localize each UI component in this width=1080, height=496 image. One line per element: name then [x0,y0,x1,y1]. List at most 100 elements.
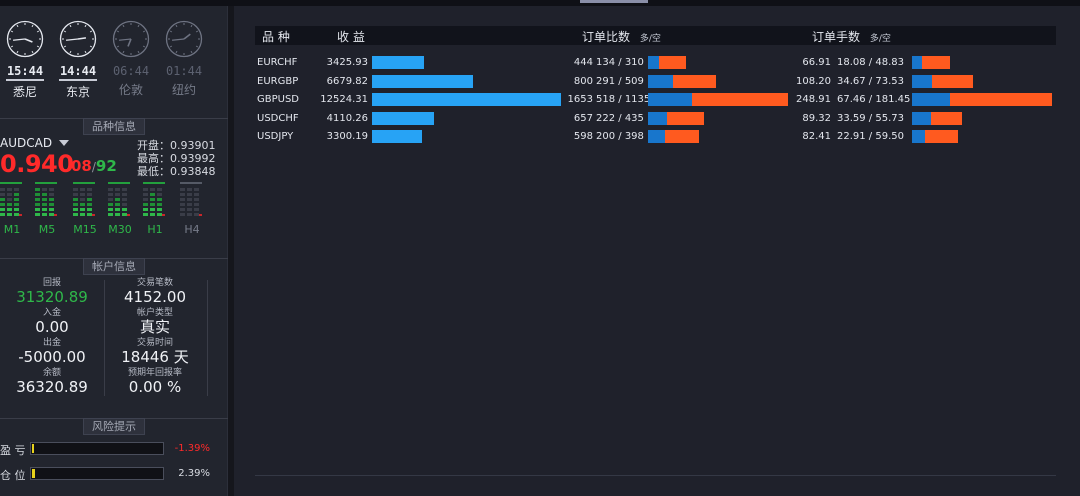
cell-symbol: GBPUSD [257,94,300,105]
tf-label-m30[interactable]: M30 [105,223,135,236]
clock-2: 06:44 伦敦 [112,20,150,98]
cell-lots: 108.20 [796,75,831,87]
tf-segment [14,198,19,201]
tf-segment [143,213,148,216]
lots-long-bar [912,93,950,106]
cell-symbol: EURGBP [257,75,299,87]
tf-segment [180,188,185,191]
tf-red-base [92,214,95,216]
profit-bar [372,93,561,106]
lots-long-bar [912,111,931,125]
account-stat: 入金 0.00 [2,308,102,336]
tf-segment [115,203,120,206]
account-stat: 交易笔数 4152.00 [105,278,205,306]
stat-value: 36320.89 [16,378,88,396]
tf-cap [108,182,130,184]
symbol-selector[interactable]: AUDCAD [0,136,52,150]
tf-segment [0,193,5,196]
tf-segment [87,198,92,201]
tf-segment [150,208,155,211]
tf-label-m1[interactable]: M1 [0,223,27,236]
stat-label: 预期年回报率 [127,368,182,378]
risk-meter [30,442,164,455]
tf-cap [143,182,165,184]
tf-segment [35,213,40,216]
section-risk: 风险提示 [0,418,228,435]
cell-orders-ls: 291 / 509 [596,75,644,87]
clock-0: 15:44 悉尼 [6,20,44,100]
tf-label-m5[interactable]: M5 [32,223,62,236]
tf-meter-h1[interactable] [143,182,165,216]
tf-meter-m5[interactable] [35,182,57,216]
tf-segment [73,188,78,191]
cell-orders-ls: 518 / 1135 [596,94,651,105]
tf-segment [187,188,192,191]
chevron-down-icon[interactable] [59,140,69,146]
tf-meter-m1[interactable] [0,182,22,216]
table-row[interactable]: USDCHF 4110.26 657 222 / 435 89.32 33.59 / 55… [255,110,1056,128]
tf-segment [0,198,5,201]
cell-lots: 248.91 [796,94,831,105]
tf-label-h1[interactable]: H1 [140,223,170,236]
cell-lots-ls: 34.67 / 73.53 [837,75,904,87]
tf-segment [0,208,5,211]
tf-meter-h4[interactable] [180,182,202,216]
tf-segment [49,193,54,196]
tf-cap [35,182,57,184]
tf-segment [42,188,47,191]
lots-long-bar [912,56,923,69]
tf-label-m15[interactable]: M15 [70,223,100,236]
tf-segment [157,203,162,206]
table-row[interactable]: EURCHF 3425.93 444 134 / 310 66.91 18.08 / 48… [255,54,1056,72]
tf-segment [150,203,155,206]
cell-lots-ls: 22.91 / 59.50 [837,131,904,142]
tf-segment [108,208,113,211]
col-order-ratio-label: 订单比数 [582,30,631,44]
stat-label: 入金 [42,308,61,318]
tf-red-base [54,214,57,216]
profit-bar [372,56,424,69]
table-row[interactable]: GBPUSD 12524.31 1653 518 / 1135 248.91 67.46 … [255,91,1056,109]
top-tab-indicator[interactable] [580,0,648,3]
orders-long-bar [648,130,665,143]
tf-meter-m15[interactable] [73,182,95,216]
section-title: 帐户信息 [83,258,145,275]
tf-meter-m30[interactable] [108,182,130,216]
tf-segment [7,208,12,211]
cell-lots-ls: 67.46 / 181.45 [837,94,911,105]
tf-segment [80,198,85,201]
tf-segment [49,198,54,201]
tf-red-base [127,214,130,216]
account-stat: 余额 36320.89 [2,368,102,396]
tf-segment [180,208,185,211]
table-row[interactable]: USDJPY 3300.19 598 200 / 398 82.41 22.91 / 59… [255,128,1056,146]
lots-long-bar [912,130,925,143]
tf-segment [80,188,85,191]
tf-segment [73,208,78,211]
tf-segment [49,203,54,206]
table-row[interactable]: EURGBP 6679.82 800 291 / 509 108.20 34.67 / 7… [255,73,1056,91]
cell-lots: 66.91 [802,57,831,68]
clock-icon [112,20,150,58]
tf-segment [108,188,113,191]
stat-value: 4152.00 [123,288,187,306]
tf-segment [35,188,40,191]
tf-label-h4[interactable]: H4 [177,223,207,236]
tf-segment [122,193,127,196]
tf-segment [80,208,85,211]
tf-segment [73,193,78,196]
orders-long-bar [648,93,692,106]
tf-segment [150,198,155,201]
tf-segment [143,198,148,201]
tf-segment [73,213,78,216]
cell-profit: 12524.31 [320,94,368,105]
tf-segment [73,203,78,206]
tf-segment [87,188,92,191]
table-bottom-border [255,475,1056,476]
orders-short-bar [672,74,716,88]
tf-segment [108,193,113,196]
tf-segment [80,213,85,216]
stat-label: 余额 [42,368,61,378]
clock-time: 06:44 [112,64,150,78]
orders-long-bar [648,56,660,69]
